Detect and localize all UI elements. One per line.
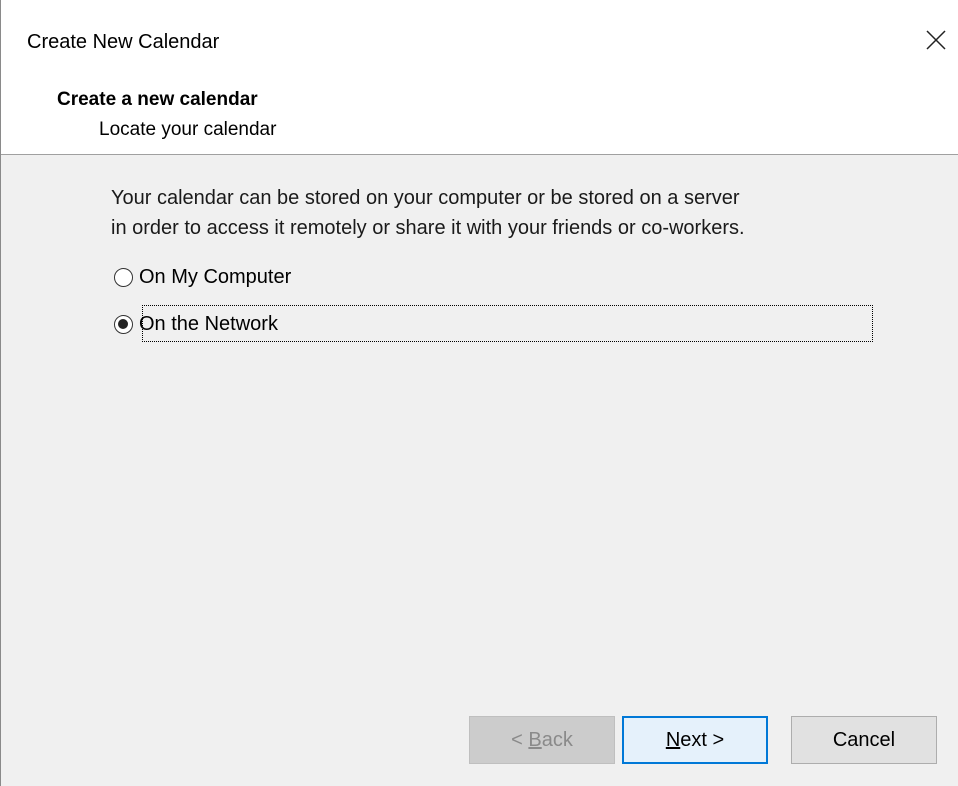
wizard-content: Your calendar can be stored on your comp…: [1, 155, 958, 786]
create-calendar-dialog: Create New Calendar Create a new calenda…: [0, 0, 958, 786]
radio-unchecked-icon[interactable]: [114, 267, 133, 287]
wizard-subtitle: Locate your calendar: [99, 119, 277, 140]
title-bar: Create New Calendar: [1, 0, 958, 74]
back-button[interactable]: < Back: [469, 716, 615, 764]
option-on-the-network[interactable]: On the Network: [111, 307, 278, 341]
wizard-title: Create a new calendar: [57, 89, 258, 110]
option-label: On My Computer: [139, 266, 292, 288]
next-button[interactable]: Next >: [622, 716, 768, 764]
description-line-2: in order to access it remotely or share …: [111, 217, 745, 239]
back-mnemonic: B: [528, 728, 542, 751]
option-label: On the Network: [139, 313, 278, 335]
back-prefix: <: [511, 728, 529, 751]
back-rest: ack: [541, 728, 573, 751]
wizard-header: Create a new calendar Locate your calend…: [1, 74, 958, 155]
option-on-my-computer[interactable]: On My Computer: [111, 260, 291, 294]
cancel-button[interactable]: Cancel: [791, 716, 937, 764]
close-button[interactable]: [914, 20, 958, 64]
radio-checked-icon[interactable]: [114, 314, 133, 334]
next-rest: ext >: [680, 728, 725, 751]
next-mnemonic: N: [665, 728, 681, 751]
close-icon: [926, 30, 946, 50]
window-title: Create New Calendar: [27, 31, 220, 53]
location-description: Your calendar can be stored on your comp…: [111, 183, 891, 243]
cancel-label: Cancel: [832, 728, 896, 751]
description-line-1: Your calendar can be stored on your comp…: [111, 187, 740, 209]
